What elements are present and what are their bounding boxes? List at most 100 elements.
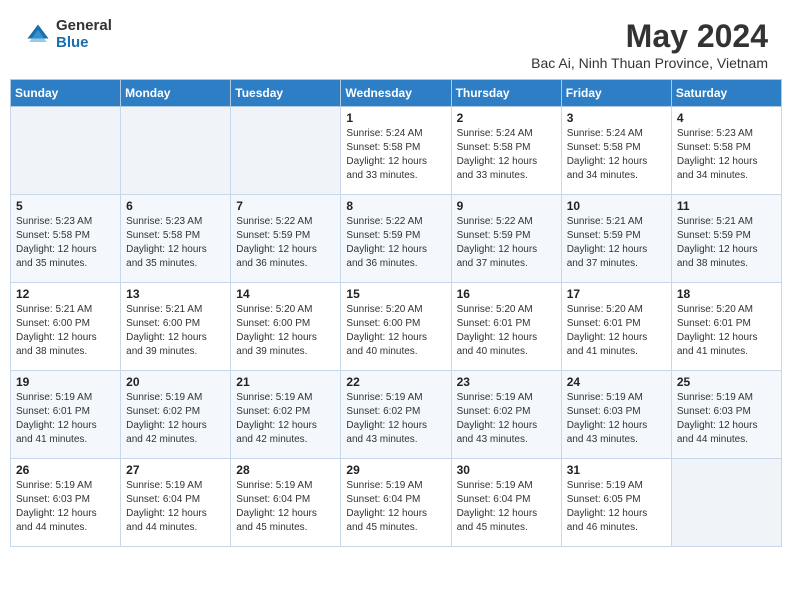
logo-icon [24, 21, 52, 49]
col-sunday: Sunday [11, 80, 121, 107]
day-info: Sunrise: 5:21 AM Sunset: 6:00 PM Dayligh… [16, 303, 115, 359]
day-number: 18 [677, 287, 776, 301]
day-info: Sunrise: 5:20 AM Sunset: 6:01 PM Dayligh… [457, 303, 556, 359]
col-friday: Friday [561, 80, 671, 107]
page-header: General Blue May 2024 Bac Ai, Ninh Thuan… [0, 0, 792, 79]
day-info: Sunrise: 5:24 AM Sunset: 5:58 PM Dayligh… [346, 127, 445, 183]
calendar-cell: 26Sunrise: 5:19 AM Sunset: 6:03 PM Dayli… [11, 459, 121, 547]
calendar-header: Sunday Monday Tuesday Wednesday Thursday… [11, 80, 782, 107]
day-number: 15 [346, 287, 445, 301]
day-number: 11 [677, 199, 776, 213]
calendar-cell: 9Sunrise: 5:22 AM Sunset: 5:59 PM Daylig… [451, 195, 561, 283]
day-number: 2 [457, 111, 556, 125]
day-info: Sunrise: 5:19 AM Sunset: 6:03 PM Dayligh… [677, 391, 776, 447]
calendar-cell: 29Sunrise: 5:19 AM Sunset: 6:04 PM Dayli… [341, 459, 451, 547]
day-info: Sunrise: 5:19 AM Sunset: 6:02 PM Dayligh… [236, 391, 335, 447]
col-monday: Monday [121, 80, 231, 107]
day-info: Sunrise: 5:19 AM Sunset: 6:05 PM Dayligh… [567, 479, 666, 535]
day-info: Sunrise: 5:21 AM Sunset: 5:59 PM Dayligh… [567, 215, 666, 271]
calendar-cell: 5Sunrise: 5:23 AM Sunset: 5:58 PM Daylig… [11, 195, 121, 283]
day-info: Sunrise: 5:20 AM Sunset: 6:00 PM Dayligh… [236, 303, 335, 359]
calendar-cell: 28 Sunrise: 5:19 AM Sunset: 6:04 PM Dayli… [231, 459, 341, 547]
calendar-cell: 31 Sunrise: 5:19 AM Sunset: 6:05 PM Dayli… [561, 459, 671, 547]
page-title: May 2024 [531, 18, 768, 55]
calendar-wrapper: Sunday Monday Tuesday Wednesday Thursday… [0, 79, 792, 557]
calendar-cell: 22Sunrise: 5:19 AM Sunset: 6:02 PM Dayli… [341, 371, 451, 459]
day-number: 23 [457, 375, 556, 389]
logo-general-text: General [56, 18, 112, 35]
day-info: Sunrise: 5:19 AM Sunset: 6:04 PM Dayligh… [126, 479, 225, 535]
calendar-cell: 15 Sunrise: 5:20 AM Sunset: 6:00 PM Dayli… [341, 283, 451, 371]
calendar-cell [121, 107, 231, 195]
day-number: 26 [16, 463, 115, 477]
day-info: Sunrise: 5:23 AM Sunset: 5:58 PM Dayligh… [16, 215, 115, 271]
calendar-cell: 17 Sunrise: 5:20 AM Sunset: 6:01 PM Dayli… [561, 283, 671, 371]
day-number: 12 [16, 287, 115, 301]
day-number: 28 [236, 463, 335, 477]
calendar-cell: 4Sunrise: 5:23 AM Sunset: 5:58 PM Daylig… [671, 107, 781, 195]
day-number: 8 [346, 199, 445, 213]
day-info: Sunrise: 5:22 AM Sunset: 5:59 PM Dayligh… [346, 215, 445, 271]
calendar-cell: 12 Sunrise: 5:21 AM Sunset: 6:00 PM Dayli… [11, 283, 121, 371]
calendar-cell: 30Sunrise: 5:19 AM Sunset: 6:04 PM Dayli… [451, 459, 561, 547]
day-info: Sunrise: 5:19 AM Sunset: 6:03 PM Dayligh… [567, 391, 666, 447]
day-info: Sunrise: 5:20 AM Sunset: 6:00 PM Dayligh… [346, 303, 445, 359]
day-number: 14 [236, 287, 335, 301]
day-number: 16 [457, 287, 556, 301]
col-wednesday: Wednesday [341, 80, 451, 107]
day-number: 29 [346, 463, 445, 477]
calendar-week-5: 26Sunrise: 5:19 AM Sunset: 6:03 PM Dayli… [11, 459, 782, 547]
day-number: 7 [236, 199, 335, 213]
day-info: Sunrise: 5:21 AM Sunset: 5:59 PM Dayligh… [677, 215, 776, 271]
day-number: 24 [567, 375, 666, 389]
calendar-cell: 3 Sunrise: 5:24 AM Sunset: 5:58 PM Daylig… [561, 107, 671, 195]
day-number: 3 [567, 111, 666, 125]
logo: General Blue [24, 18, 112, 51]
day-info: Sunrise: 5:19 AM Sunset: 6:02 PM Dayligh… [126, 391, 225, 447]
calendar-table: Sunday Monday Tuesday Wednesday Thursday… [10, 79, 782, 547]
calendar-cell: 1 Sunrise: 5:24 AM Sunset: 5:58 PM Daylig… [341, 107, 451, 195]
col-saturday: Saturday [671, 80, 781, 107]
calendar-cell: 27 Sunrise: 5:19 AM Sunset: 6:04 PM Dayli… [121, 459, 231, 547]
header-row: Sunday Monday Tuesday Wednesday Thursday… [11, 80, 782, 107]
day-number: 17 [567, 287, 666, 301]
calendar-week-1: 1 Sunrise: 5:24 AM Sunset: 5:58 PM Daylig… [11, 107, 782, 195]
calendar-week-3: 12 Sunrise: 5:21 AM Sunset: 6:00 PM Dayli… [11, 283, 782, 371]
calendar-cell [11, 107, 121, 195]
page-subtitle: Bac Ai, Ninh Thuan Province, Vietnam [531, 55, 768, 71]
day-info: Sunrise: 5:21 AM Sunset: 6:00 PM Dayligh… [126, 303, 225, 359]
day-number: 19 [16, 375, 115, 389]
day-number: 25 [677, 375, 776, 389]
day-number: 31 [567, 463, 666, 477]
day-number: 27 [126, 463, 225, 477]
calendar-cell: 7Sunrise: 5:22 AM Sunset: 5:59 PM Daylig… [231, 195, 341, 283]
calendar-cell [231, 107, 341, 195]
day-info: Sunrise: 5:24 AM Sunset: 5:58 PM Dayligh… [567, 127, 666, 183]
calendar-cell: 13 Sunrise: 5:21 AM Sunset: 6:00 PM Dayli… [121, 283, 231, 371]
calendar-cell: 20 Sunrise: 5:19 AM Sunset: 6:02 PM Dayli… [121, 371, 231, 459]
day-info: Sunrise: 5:23 AM Sunset: 5:58 PM Dayligh… [677, 127, 776, 183]
day-info: Sunrise: 5:19 AM Sunset: 6:04 PM Dayligh… [457, 479, 556, 535]
day-info: Sunrise: 5:24 AM Sunset: 5:58 PM Dayligh… [457, 127, 556, 183]
day-number: 20 [126, 375, 225, 389]
calendar-cell: 16 Sunrise: 5:20 AM Sunset: 6:01 PM Dayli… [451, 283, 561, 371]
day-info: Sunrise: 5:19 AM Sunset: 6:04 PM Dayligh… [236, 479, 335, 535]
day-number: 1 [346, 111, 445, 125]
day-number: 6 [126, 199, 225, 213]
calendar-cell: 21 Sunrise: 5:19 AM Sunset: 6:02 PM Dayli… [231, 371, 341, 459]
calendar-week-2: 5Sunrise: 5:23 AM Sunset: 5:58 PM Daylig… [11, 195, 782, 283]
day-number: 10 [567, 199, 666, 213]
calendar-cell: 8 Sunrise: 5:22 AM Sunset: 5:59 PM Daylig… [341, 195, 451, 283]
day-number: 21 [236, 375, 335, 389]
day-info: Sunrise: 5:23 AM Sunset: 5:58 PM Dayligh… [126, 215, 225, 271]
calendar-cell: 2 Sunrise: 5:24 AM Sunset: 5:58 PM Daylig… [451, 107, 561, 195]
day-number: 13 [126, 287, 225, 301]
calendar-body: 1 Sunrise: 5:24 AM Sunset: 5:58 PM Daylig… [11, 107, 782, 547]
day-info: Sunrise: 5:22 AM Sunset: 5:59 PM Dayligh… [457, 215, 556, 271]
calendar-cell: 23 Sunrise: 5:19 AM Sunset: 6:02 PM Dayli… [451, 371, 561, 459]
day-info: Sunrise: 5:19 AM Sunset: 6:02 PM Dayligh… [457, 391, 556, 447]
day-info: Sunrise: 5:20 AM Sunset: 6:01 PM Dayligh… [567, 303, 666, 359]
calendar-cell: 11 Sunrise: 5:21 AM Sunset: 5:59 PM Dayli… [671, 195, 781, 283]
day-number: 22 [346, 375, 445, 389]
calendar-cell: 6 Sunrise: 5:23 AM Sunset: 5:58 PM Daylig… [121, 195, 231, 283]
